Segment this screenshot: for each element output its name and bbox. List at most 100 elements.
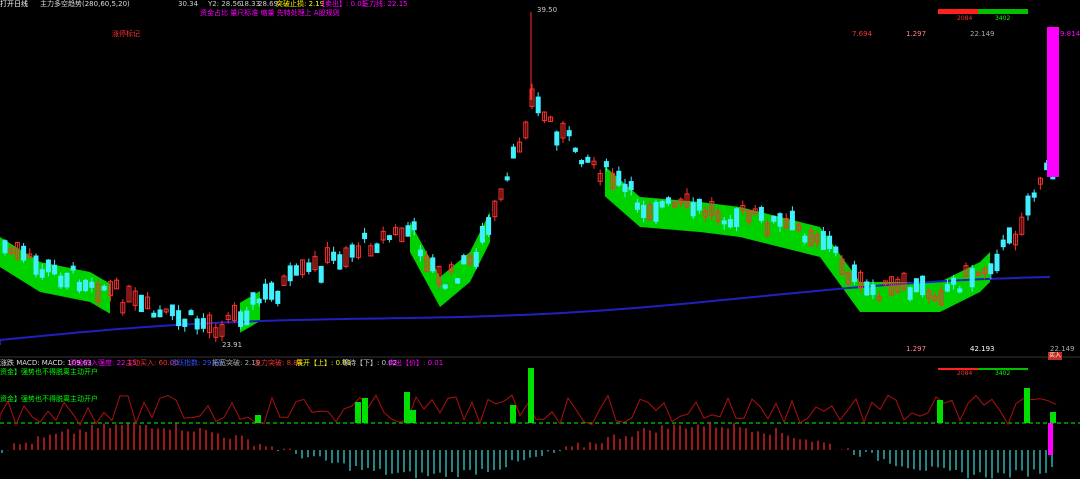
candle-body [777,213,783,227]
flow-bar-2 [362,398,368,423]
price-top: 7.694 [852,30,873,38]
candle-body [486,217,492,235]
candle-body [386,235,392,241]
candle-body [33,255,39,275]
candle-body [262,283,268,300]
flow-bar-0 [255,415,261,423]
bottom-mid-value: 42.193 [970,345,995,353]
candle-body [944,283,950,292]
candle-body [430,257,436,272]
candle-body [349,244,355,258]
readout-0: 30.34 [178,0,199,8]
candle-body [176,310,182,327]
candle-body [913,278,919,293]
candle-body [820,231,826,250]
candle-body [628,181,634,191]
magenta-volume-bar [1047,27,1059,177]
candle-body [653,201,659,222]
candle-body [734,208,740,227]
candle-body [870,284,876,296]
candle-body [920,275,926,296]
candle-body [554,131,560,146]
readout-4: 突破止损: 2.19 [276,0,325,8]
candle-body [374,243,380,254]
candle-body [994,253,1000,272]
candle-body [362,232,368,240]
flow-bar-7 [1024,388,1030,423]
macd-note-2: 资金】强势也不得脱离主动开户 [0,395,98,403]
kline-chart[interactable] [0,0,1080,479]
candle-body [727,219,733,228]
candle-body [696,198,702,211]
candle-body [337,254,343,270]
candle-body [1025,195,1031,216]
candle-body [951,277,957,285]
candle-body [52,264,58,275]
candle-body [256,298,262,304]
candle-body [200,318,206,329]
candle-body [969,268,975,288]
readout-5: 【卖出】: 0.01 [318,0,367,8]
candle-body [405,225,411,237]
flow-bar-4 [410,410,416,423]
candle-body [269,282,275,300]
candle-body [64,272,70,288]
candle-body [101,286,107,291]
candle-body [293,265,299,276]
candle-body [275,290,281,304]
readout-1: Y2: 28.56 [208,0,242,8]
flow-bar-5 [528,368,534,423]
flow-bar-1 [355,402,361,423]
green-count-top: 3402 [995,15,1011,22]
candle-body [411,221,417,231]
candle-body [827,235,833,249]
candle-body [771,215,777,222]
header-subline: 资金占比 量尺标准 缩量 先特处理上 A股规则 [200,9,340,17]
flow-bar-3 [404,392,410,423]
candle-body [864,281,870,296]
candle-body [851,264,857,282]
candle-body [1031,192,1037,198]
candle-body [157,309,163,318]
candle-body [194,318,200,330]
candle-body [473,252,479,267]
candle-body [789,210,795,231]
red-count-top: 2084 [957,15,973,22]
buy-badge[interactable]: 买入 [1048,352,1063,360]
candle-body [461,255,467,265]
candle-body [616,170,622,186]
high-price-label: 39.50 [537,6,558,14]
candle-body [455,278,461,284]
candle-body [1006,227,1012,244]
candle-body [287,265,293,282]
magenta-value: 9.814 [1060,30,1080,38]
candle-body [21,245,27,261]
flow-bar-9 [1050,412,1056,423]
green-ratio-bar [978,9,1028,14]
candle-body [659,201,665,208]
flow-bar-8 [937,400,943,423]
macd-note-1: 资金】强势也不得脱离主动开户 [0,368,98,376]
candle-body [331,251,337,261]
candle-body [1000,239,1006,248]
candle-body [603,161,609,168]
candle-body [504,176,510,181]
candle-body [306,262,312,272]
candle-body [665,197,671,204]
flow-bar-6 [510,405,516,423]
candle-body [138,294,144,313]
macd-item-3: 拓宽突破: 2.19 [212,359,261,367]
candle-body [89,281,95,288]
candle-body [758,206,764,221]
candle-body [535,96,541,114]
candle-body [957,288,963,293]
candle-body [572,147,578,152]
candle-body [833,246,839,254]
bottom-left-value: 1.297 [906,345,927,353]
candle-body [579,160,585,165]
candle-body [169,304,175,317]
candle-body [634,202,640,210]
candle-body [244,310,250,326]
red-ratio-bar [938,9,978,14]
indicator-name: 主力多空趋势(280,60,5,20) [40,0,130,8]
